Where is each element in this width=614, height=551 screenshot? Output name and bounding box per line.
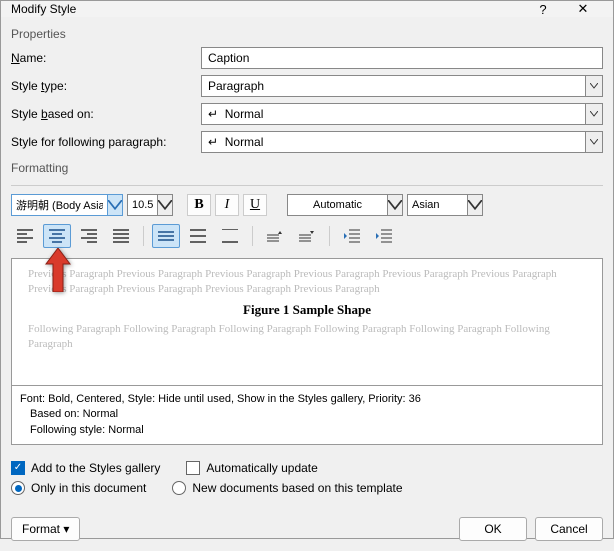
preview-pane: Previous Paragraph Previous Paragraph Pr… [11, 258, 603, 386]
preview-before: Previous Paragraph Previous Paragraph Pr… [28, 267, 586, 298]
new-docs-radio[interactable] [172, 481, 186, 495]
spacing-15-button[interactable] [184, 224, 212, 248]
style-summary: Font: Bold, Centered, Style: Hide until … [11, 386, 603, 445]
add-gallery-label: Add to the Styles gallery [31, 461, 160, 475]
cancel-button[interactable]: Cancel [535, 517, 603, 541]
close-button[interactable]: ✕ [563, 1, 603, 17]
bold-button[interactable]: B [187, 194, 211, 216]
following-label: Style for following paragraph: [11, 135, 201, 149]
preview-after: Following Paragraph Following Paragraph … [28, 322, 586, 353]
based-on-label: Style based on: [11, 107, 201, 121]
formatting-label: Formatting [11, 161, 603, 175]
following-combo[interactable] [201, 131, 585, 153]
underline-button[interactable]: U [243, 194, 267, 216]
italic-button[interactable]: I [215, 194, 239, 216]
spacing-2-button[interactable] [216, 224, 244, 248]
chevron-down-icon[interactable] [585, 131, 603, 153]
name-input[interactable] [201, 47, 603, 69]
style-type-combo[interactable] [201, 75, 585, 97]
based-on-combo[interactable] [201, 103, 585, 125]
align-right-button[interactable] [75, 224, 103, 248]
new-docs-label: New documents based on this template [192, 481, 402, 495]
preview-sample: Figure 1 Sample Shape [28, 302, 586, 318]
spacing-1-button[interactable] [152, 224, 180, 248]
align-left-button[interactable] [11, 224, 39, 248]
chevron-down-icon[interactable] [387, 194, 403, 216]
font-combo[interactable] [11, 194, 107, 216]
indent-decrease-button[interactable] [338, 224, 366, 248]
space-before-inc-button[interactable] [261, 224, 289, 248]
align-center-button[interactable] [43, 224, 71, 248]
chevron-down-icon[interactable] [585, 75, 603, 97]
only-doc-radio[interactable] [11, 481, 25, 495]
auto-update-checkbox[interactable] [186, 461, 200, 475]
add-gallery-checkbox[interactable]: ✓ [11, 461, 25, 475]
style-type-label: Style type: [11, 79, 201, 93]
only-doc-label: Only in this document [31, 481, 146, 495]
space-before-dec-button[interactable] [293, 224, 321, 248]
properties-label: Properties [11, 27, 603, 41]
size-combo[interactable] [127, 194, 157, 216]
align-justify-button[interactable] [107, 224, 135, 248]
font-color-combo[interactable] [287, 194, 387, 216]
format-button[interactable]: Format ▾ [11, 517, 80, 541]
auto-update-label: Automatically update [206, 461, 317, 475]
name-label: Name: [11, 51, 201, 65]
chevron-down-icon[interactable] [467, 194, 483, 216]
indent-increase-button[interactable] [370, 224, 398, 248]
dialog-title: Modify Style [11, 2, 523, 16]
help-button[interactable]: ? [523, 2, 563, 17]
chevron-down-icon[interactable] [585, 103, 603, 125]
script-combo[interactable] [407, 194, 467, 216]
chevron-down-icon[interactable] [157, 194, 173, 216]
ok-button[interactable]: OK [459, 517, 527, 541]
chevron-down-icon[interactable] [107, 194, 123, 216]
